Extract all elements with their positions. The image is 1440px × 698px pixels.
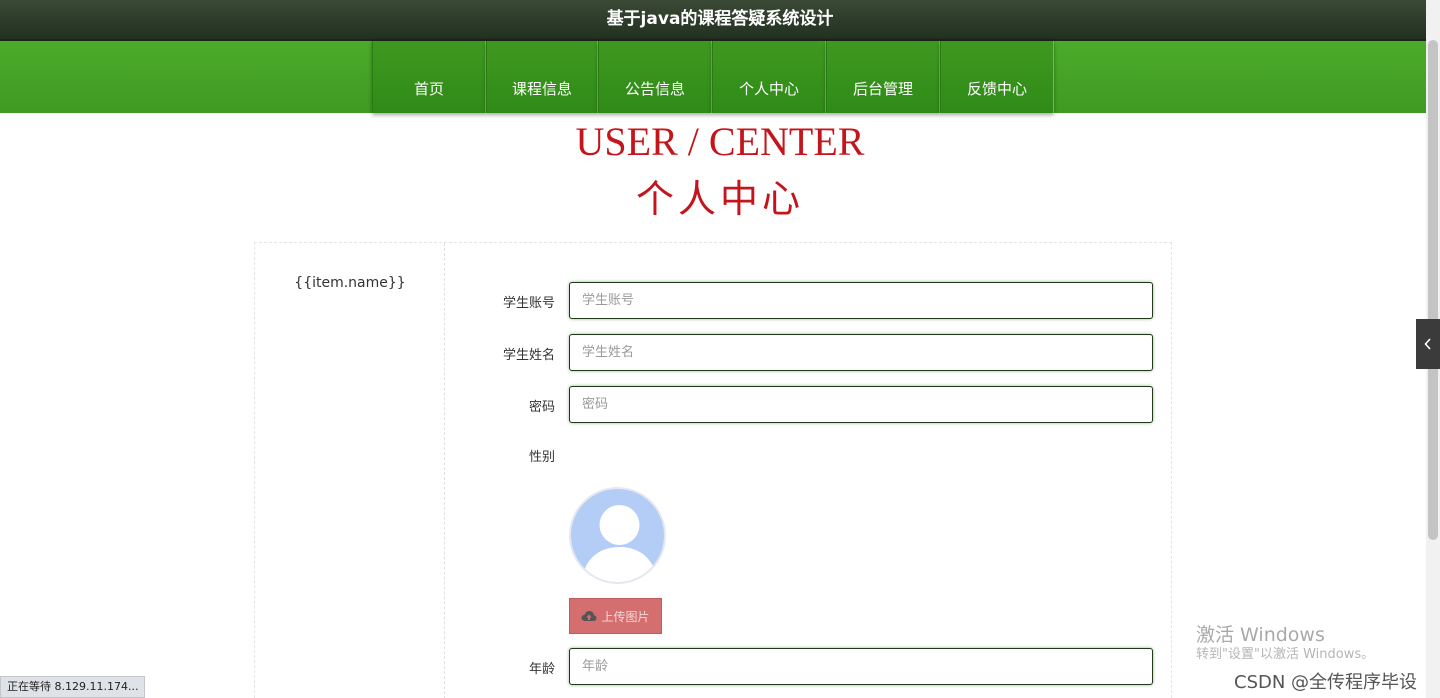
- nav-item-admin[interactable]: 后台管理: [826, 41, 940, 113]
- site-title: 基于java的课程答疑系统设计: [606, 9, 834, 29]
- activate-windows-subtitle: 转到"设置"以激活 Windows。: [1196, 647, 1375, 662]
- name-label: 学生姓名: [502, 348, 555, 363]
- name-field: [569, 334, 1153, 371]
- upload-image-label: 上传图片: [601, 609, 650, 624]
- page-title-english: USER / CENTER: [575, 119, 865, 164]
- password-field: [569, 386, 1153, 423]
- side-menu: {{item.name}}: [255, 243, 445, 698]
- account-field: [569, 282, 1153, 319]
- gender-label: 性别: [528, 450, 555, 465]
- age-field: [569, 648, 1153, 685]
- csdn-watermark: CSDN @全传程序毕设: [1234, 672, 1418, 693]
- page-title-chinese: 个人中心: [635, 177, 804, 221]
- chevron-left-icon: [1424, 338, 1431, 350]
- account-label: 学生账号: [502, 296, 555, 311]
- user-center-panel: {{item.name}} 学生账号 学生姓名 密码 性别 上传图片 年龄: [254, 242, 1172, 698]
- password-input[interactable]: [570, 387, 1152, 422]
- nav-item-course-info[interactable]: 课程信息: [486, 41, 598, 113]
- avatar: [569, 487, 666, 584]
- browser-status-bar: 正在等待 8.129.11.174...: [0, 676, 146, 698]
- name-input[interactable]: [570, 335, 1152, 370]
- nav-item-home[interactable]: 首页: [372, 41, 486, 113]
- main-nav: 首页 课程信息 公告信息 个人中心 后台管理 反馈中心: [0, 41, 1440, 113]
- scrollbar-thumb[interactable]: [1428, 40, 1438, 540]
- age-input[interactable]: [570, 649, 1152, 684]
- cloud-upload-icon: [581, 611, 597, 621]
- age-label: 年龄: [528, 662, 555, 677]
- account-input[interactable]: [570, 283, 1152, 318]
- top-header-bar: 基于java的课程答疑系统设计: [0, 0, 1440, 41]
- upload-image-button[interactable]: 上传图片: [569, 598, 662, 634]
- user-silhouette-icon: [581, 505, 658, 582]
- side-menu-item[interactable]: {{item.name}}: [255, 275, 445, 291]
- nav-list: 首页 课程信息 公告信息 个人中心 后台管理 反馈中心: [372, 41, 1054, 113]
- side-drawer-toggle[interactable]: [1416, 319, 1440, 369]
- password-label: 密码: [528, 400, 555, 415]
- nav-item-feedback[interactable]: 反馈中心: [940, 41, 1054, 113]
- nav-item-announcements[interactable]: 公告信息: [598, 41, 712, 113]
- nav-item-personal-center[interactable]: 个人中心: [712, 41, 826, 113]
